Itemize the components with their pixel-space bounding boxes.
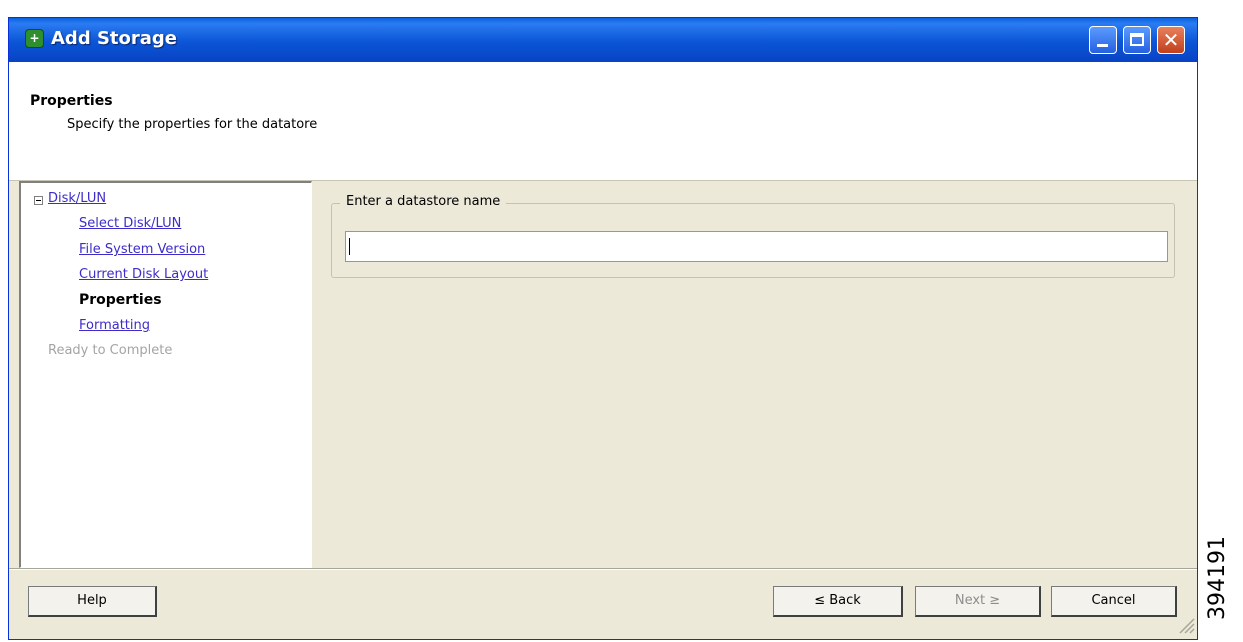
text-cursor [349, 238, 350, 255]
nav-item-ready-to-complete: Ready to Complete [48, 343, 173, 358]
nav-item-current-disk-layout[interactable]: Current Disk Layout [79, 267, 208, 282]
cancel-button[interactable]: Cancel [1051, 586, 1177, 617]
next-button[interactable]: Next ≥ [915, 586, 1041, 617]
figure-number: 394191 [1205, 536, 1230, 620]
add-storage-window: + Add Storage ✕ Properties Specify the p… [8, 17, 1198, 640]
footer-divider [9, 568, 1197, 570]
wizard-steps-panel: Disk/LUN Select Disk/LUN File System Ver… [19, 181, 312, 568]
page-title: Properties [30, 93, 113, 109]
maximize-button[interactable] [1123, 26, 1151, 54]
collapse-icon[interactable] [34, 196, 43, 205]
nav-group-disk-lun[interactable]: Disk/LUN [48, 191, 106, 206]
resize-grip-icon[interactable] [1177, 616, 1195, 634]
close-icon: ✕ [1162, 28, 1180, 52]
minimize-icon [1097, 44, 1108, 47]
add-storage-icon: + [25, 29, 44, 48]
minimize-button[interactable] [1089, 26, 1117, 54]
nav-item-select-disk-lun[interactable]: Select Disk/LUN [79, 216, 181, 231]
maximize-icon [1130, 33, 1144, 46]
help-button[interactable]: Help [28, 586, 157, 617]
back-button[interactable]: ≤ Back [773, 586, 903, 617]
close-button[interactable]: ✕ [1157, 26, 1185, 54]
datastore-name-label: Enter a datastore name [340, 194, 507, 209]
datastore-name-input[interactable] [345, 231, 1168, 262]
page-subtitle: Specify the properties for the datatore [67, 117, 318, 132]
nav-item-file-system-version[interactable]: File System Version [79, 242, 205, 257]
nav-item-formatting[interactable]: Formatting [79, 318, 150, 333]
title-bar[interactable]: + Add Storage ✕ [9, 18, 1197, 62]
window-title: Add Storage [51, 28, 178, 49]
wizard-header: Properties Specify the properties for th… [9, 62, 1197, 181]
nav-item-properties: Properties [79, 292, 162, 308]
